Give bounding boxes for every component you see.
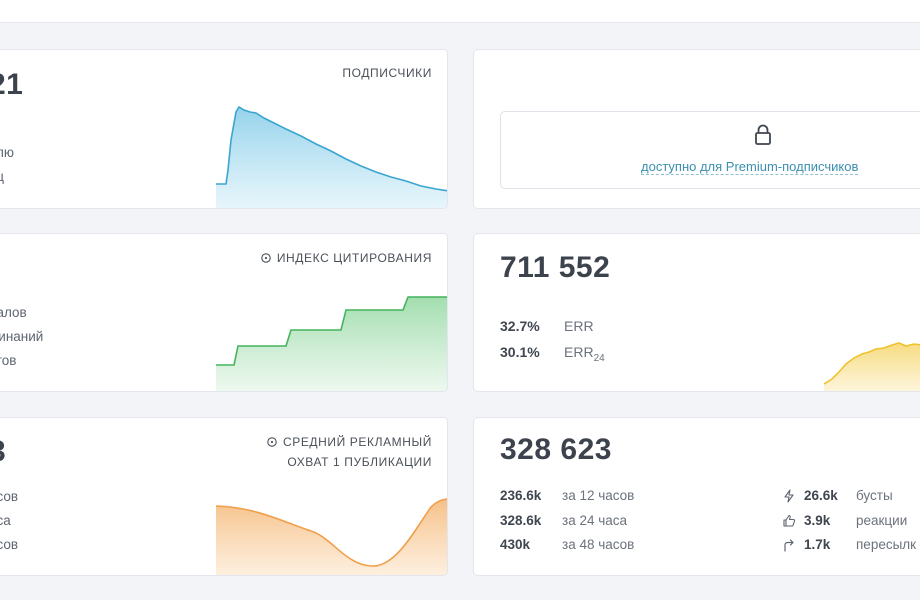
views-sparkline <box>824 342 920 391</box>
forwards-value: 1.7k <box>804 537 831 552</box>
ad-reach-stat-1: асов <box>0 489 19 504</box>
reach-row-value: 430k <box>500 537 531 552</box>
boosts-label: бусты <box>856 488 893 503</box>
lightning-icon <box>784 489 794 503</box>
subscribers-count: 21 <box>0 68 24 101</box>
reach-row-value: 236.6k <box>500 488 542 503</box>
subscribers-sparkline <box>216 105 447 208</box>
err-metric: 32.7% ERR <box>500 318 594 334</box>
reach-count: 328 623 <box>500 433 612 466</box>
top-bar <box>0 0 920 23</box>
subscribers-card: 21 подписчики я елю яц <box>0 49 448 209</box>
thumbs-up-icon <box>783 514 796 527</box>
subscribers-title: подписчики <box>342 66 432 80</box>
lock-icon <box>755 124 771 145</box>
forwards-label: пересылк <box>856 537 917 552</box>
premium-link[interactable]: доступно для Premium-подписчиков <box>641 159 859 175</box>
reactions-metric: 3.9k реакции <box>804 513 907 528</box>
views-card: 711 552 32.7% ERR 30.1% ERR24 <box>473 233 920 392</box>
reach-row-24h: 328.6k за 24 часа <box>500 513 627 528</box>
share-arrow-icon <box>784 539 794 552</box>
ad-reach-card: 3 средний рекламный охват 1 публикации а… <box>0 417 448 576</box>
reach-row-12h: 236.6k за 12 часов <box>500 488 634 503</box>
boosts-value: 26.6k <box>804 488 838 503</box>
ad-reach-count: 3 <box>0 435 6 469</box>
reach-row-value: 328.6k <box>500 513 542 528</box>
reach-row-label: за 12 часов <box>562 488 635 503</box>
err-label: ERR <box>564 318 594 334</box>
ad-reach-title-line2: охват 1 публикации <box>287 455 432 469</box>
boosts-metric: 26.6k бусты <box>804 488 893 503</box>
reactions-label: реакции <box>856 513 908 528</box>
subscribers-stat-3: яц <box>0 169 4 184</box>
reactions-value: 3.9k <box>804 513 831 528</box>
reach-row-48h: 430k за 48 часов <box>500 537 634 552</box>
citation-title: индекс цитирования <box>261 248 432 268</box>
reach-card: 328 623 236.6k за 12 часов 328.6k за 24 ча… <box>473 417 920 576</box>
ad-reach-stat-2: аса <box>0 513 11 528</box>
err24-value: 30.1% <box>500 344 540 360</box>
ad-reach-stat-3: асов <box>0 537 19 552</box>
info-icon <box>261 253 271 263</box>
citation-stat-1: налов <box>0 305 27 320</box>
citation-stat-2: минаний <box>0 329 44 344</box>
err-value: 32.7% <box>500 318 540 334</box>
ad-reach-sparkline <box>216 498 447 575</box>
subscribers-stat-2: елю <box>0 145 15 160</box>
reach-row-label: за 48 часов <box>562 537 635 552</box>
citation-stat-3: стов <box>0 353 17 368</box>
ad-reach-title: средний рекламный охват 1 публикации <box>267 432 432 472</box>
forwards-metric: 1.7k пересылк <box>804 537 916 552</box>
premium-card: доступно для Premium-подписчиков <box>473 49 920 209</box>
reach-row-label: за 24 часа <box>562 513 628 528</box>
info-icon <box>267 437 277 447</box>
citation-sparkline <box>216 296 447 391</box>
citation-card: индекс цитирования налов минаний стов <box>0 233 448 392</box>
citation-title-text: индекс цитирования <box>276 251 432 265</box>
err24-label: ERR <box>564 344 594 360</box>
err24-metric: 30.1% ERR24 <box>500 344 605 364</box>
err24-subscript: 24 <box>593 352 605 364</box>
premium-locked-box: доступно для Premium-подписчиков <box>500 111 920 189</box>
ad-reach-title-line1: средний рекламный <box>282 435 432 449</box>
views-count: 711 552 <box>500 251 611 284</box>
